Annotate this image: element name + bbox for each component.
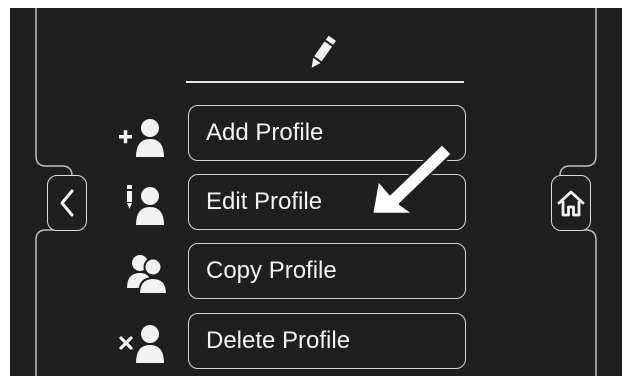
copy-profile-label: Copy Profile — [206, 257, 337, 284]
delete-profile-button[interactable]: Delete Profile — [188, 313, 466, 369]
edit-profile-label: Edit Profile — [206, 188, 323, 215]
delete-profile-icon — [119, 325, 164, 363]
add-profile-icon — [119, 119, 164, 157]
pointer-arrow-icon — [370, 142, 454, 216]
profile-menu-screen: Add Profile Edit Profile Copy Profile De… — [10, 8, 622, 376]
delete-profile-label: Delete Profile — [206, 327, 351, 354]
home-icon — [557, 190, 585, 217]
chevron-left-icon — [60, 189, 74, 217]
add-profile-label: Add Profile — [206, 119, 324, 146]
pencil-icon — [311, 35, 337, 68]
home-button[interactable] — [551, 175, 591, 231]
back-button[interactable] — [47, 175, 87, 231]
edit-profile-icon — [127, 185, 164, 225]
copy-profile-icon — [127, 255, 169, 295]
header-underline — [186, 81, 464, 83]
copy-profile-button[interactable]: Copy Profile — [188, 243, 466, 299]
